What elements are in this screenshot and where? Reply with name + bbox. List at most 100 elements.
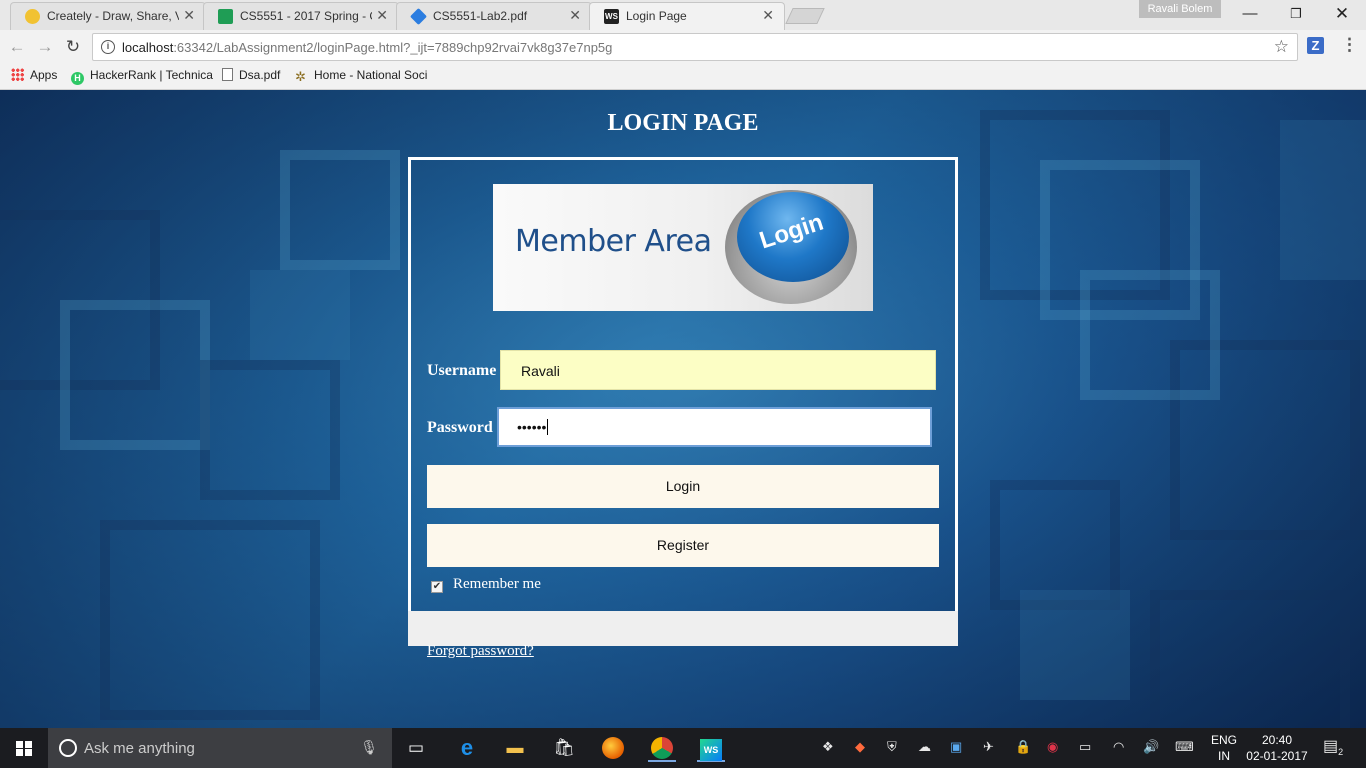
remember-me-option[interactable]: ✔ Remember me: [431, 576, 541, 593]
search-placeholder: Ask me anything: [84, 740, 195, 757]
firefox-icon[interactable]: [599, 734, 627, 762]
site-info-icon[interactable]: i: [101, 40, 115, 54]
bookmark-label: Apps: [30, 68, 58, 82]
cortana-icon: [59, 739, 77, 757]
sheets-favicon-icon: [218, 9, 233, 24]
browser-tab-strip: Creately - Draw, Share, V ✕ CS5551 - 201…: [0, 0, 1366, 30]
chrome-icon[interactable]: [648, 734, 676, 762]
background-pattern: [280, 150, 400, 270]
tab-cs5551-spreadsheet[interactable]: CS5551 - 2017 Spring - G ✕: [203, 2, 399, 30]
url-host: localhost: [122, 40, 174, 55]
document-icon: [222, 68, 233, 81]
tab-title: Login Page: [626, 9, 687, 23]
close-tab-icon[interactable]: ✕: [569, 7, 581, 24]
background-pattern: [100, 520, 320, 720]
windows-logo-icon: [16, 741, 32, 756]
background-pattern: [1150, 590, 1350, 728]
store-icon[interactable]: 🛍: [550, 734, 578, 762]
wifi-icon[interactable]: ◠: [1113, 739, 1124, 755]
close-tab-icon[interactable]: ✕: [762, 7, 774, 24]
region-code: IN: [1218, 749, 1230, 763]
webstorm-icon[interactable]: WS: [697, 734, 725, 762]
member-area-banner: Member Area Login: [493, 184, 873, 311]
login-button[interactable]: Login: [427, 465, 939, 508]
dropbox-favicon-icon: [410, 8, 427, 25]
bookmark-hackerrank[interactable]: H HackerRank | Technica: [71, 68, 213, 85]
username-label: Username: [427, 362, 497, 379]
bookmark-apps[interactable]: Apps: [11, 68, 57, 82]
keyboard-icon[interactable]: ⌨: [1175, 739, 1194, 755]
login-panel-footer: [408, 611, 958, 646]
clock-date: 02-01-2017: [1246, 749, 1308, 763]
remember-me-label: Remember me: [453, 576, 541, 592]
close-window-icon[interactable]: ✕: [1319, 0, 1365, 30]
file-explorer-icon[interactable]: ▬: [501, 734, 529, 762]
bookmark-label: HackerRank | Technica: [90, 68, 213, 82]
volume-icon[interactable]: 🔊: [1143, 739, 1159, 755]
profile-name[interactable]: Ravali Bolem: [1139, 0, 1221, 18]
url-text[interactable]: localhost:63342/LabAssignment2/loginPage…: [122, 40, 612, 55]
reload-icon[interactable]: ↻: [62, 37, 84, 59]
tab-title: CS5551-Lab2.pdf: [433, 9, 528, 23]
minimize-icon[interactable]: —: [1227, 0, 1273, 30]
bookmark-dsa-pdf[interactable]: Dsa.pdf: [222, 68, 280, 82]
monitor-tray-icon[interactable]: ▣: [950, 739, 962, 755]
dropbox-tray-icon[interactable]: ❖: [822, 739, 834, 755]
system-clock[interactable]: 20:40 02-01-2017: [1246, 732, 1308, 764]
app-tray-icon[interactable]: ◆: [855, 739, 865, 755]
microphone-icon[interactable]: 🎙: [360, 739, 378, 756]
page-title: LOGIN PAGE: [607, 110, 759, 136]
remember-me-checkbox[interactable]: ✔: [431, 581, 443, 593]
tab-cs5551-lab2-pdf[interactable]: CS5551-Lab2.pdf ✕: [396, 2, 592, 30]
back-arrow-icon[interactable]: ←: [6, 37, 28, 59]
tab-creately[interactable]: Creately - Draw, Share, V ✕: [10, 2, 206, 30]
login-panel: Member Area Login Username Ravali Passwo…: [408, 157, 958, 645]
start-button[interactable]: [0, 728, 48, 768]
lock-tray-icon[interactable]: 🔒: [1015, 739, 1031, 755]
shield-tray-icon[interactable]: ⛨: [887, 739, 897, 755]
restore-icon[interactable]: ❐: [1273, 0, 1319, 30]
task-view-icon[interactable]: ▭: [402, 734, 430, 762]
browser-menu-icon[interactable]: ⋮: [1341, 35, 1358, 55]
username-input[interactable]: Ravali: [500, 350, 936, 390]
page-viewport: LOGIN PAGE Member Area Login Username Ra…: [0, 90, 1366, 728]
username-value: Ravali: [521, 363, 560, 379]
bookmark-label: Dsa.pdf: [239, 68, 281, 82]
apps-grid-icon: [11, 68, 24, 81]
bookmark-star-icon[interactable]: ☆: [1274, 37, 1289, 57]
cloud-tray-icon[interactable]: ☁: [918, 739, 931, 755]
input-language[interactable]: ENG IN: [1208, 732, 1240, 764]
new-tab-button[interactable]: [785, 8, 825, 24]
extension-z-icon[interactable]: Z: [1307, 37, 1324, 54]
action-center-icon[interactable]: ▤2: [1323, 736, 1343, 757]
bookmark-national-society[interactable]: ✲ Home - National Soci: [295, 68, 427, 83]
browser-toolbar: ← → ↻ i localhost:63342/LabAssignment2/l…: [0, 30, 1366, 64]
tab-title: Creately - Draw, Share, V: [47, 9, 179, 23]
background-pattern: [60, 300, 210, 450]
tab-login-page[interactable]: WS Login Page ✕: [589, 2, 785, 30]
edge-browser-icon[interactable]: e: [453, 734, 481, 762]
antivirus-tray-icon[interactable]: ◉: [1047, 739, 1058, 755]
address-bar[interactable]: i localhost:63342/LabAssignment2/loginPa…: [92, 33, 1298, 61]
close-tab-icon[interactable]: ✕: [183, 7, 195, 24]
forgot-password-link[interactable]: Forgot password?: [427, 643, 534, 660]
password-label: Password: [427, 419, 493, 436]
background-pattern: [250, 270, 350, 360]
forward-arrow-icon[interactable]: →: [34, 37, 56, 59]
password-input[interactable]: ••••••: [497, 407, 932, 447]
banner-text: Member Area: [515, 224, 712, 259]
national-society-icon: ✲: [295, 69, 306, 84]
background-pattern: [1020, 590, 1130, 700]
notification-count: 2: [1338, 747, 1344, 758]
clock-time: 20:40: [1261, 733, 1293, 747]
bookmarks-bar: Apps H HackerRank | Technica Dsa.pdf ✲ Hom…: [0, 64, 1366, 90]
close-tab-icon[interactable]: ✕: [376, 7, 388, 24]
tab-title: CS5551 - 2017 Spring - G: [240, 9, 372, 23]
language-code: ENG: [1210, 733, 1237, 747]
cortana-search-box[interactable]: Ask me anything 🎙: [48, 728, 392, 768]
bookmark-label: Home - National Soci: [314, 68, 428, 82]
register-button[interactable]: Register: [427, 524, 939, 567]
power-tray-icon[interactable]: ▭: [1079, 739, 1091, 755]
satellite-tray-icon[interactable]: ✈: [983, 739, 994, 755]
webstorm-favicon-icon: WS: [604, 9, 619, 24]
